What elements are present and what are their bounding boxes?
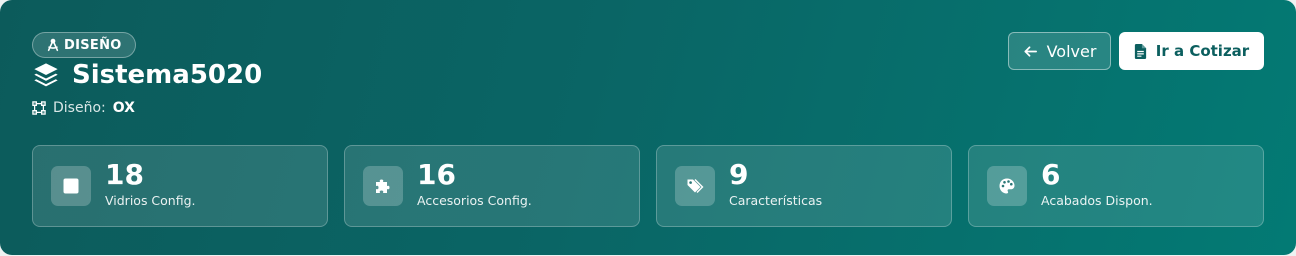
back-button[interactable]: Volver bbox=[1008, 32, 1111, 70]
stat-card-finishes: 6 Acabados Dispon. bbox=[968, 145, 1264, 227]
design-badge: DISEÑO bbox=[32, 32, 136, 58]
page-title: Sistema5020 bbox=[32, 60, 262, 90]
stat-label: Accesorios Config. bbox=[417, 193, 532, 208]
file-invoice-icon bbox=[1134, 43, 1146, 59]
puzzle-icon bbox=[376, 179, 390, 193]
stat-value: 9 bbox=[729, 158, 749, 191]
stat-label: Características bbox=[729, 193, 823, 208]
design-subtitle: Diseño: OX bbox=[32, 100, 135, 116]
system-name: Sistema5020 bbox=[72, 60, 263, 90]
stat-card-glass: 18 Vidrios Config. bbox=[32, 145, 328, 227]
subtitle-value: OX bbox=[112, 100, 135, 116]
design-header-banner: DISEÑO Sistema5020 Diseño: OX Volver Ir … bbox=[0, 0, 1296, 255]
stat-card-accessories: 16 Accesorios Config. bbox=[344, 145, 640, 227]
stat-label: Vidrios Config. bbox=[105, 193, 196, 208]
compass-drafting-icon bbox=[47, 38, 59, 52]
back-button-label: Volver bbox=[1046, 41, 1097, 61]
stat-icon-box bbox=[675, 166, 715, 206]
stat-value: 16 bbox=[417, 158, 456, 191]
tags-icon bbox=[687, 179, 704, 193]
stat-label: Acabados Dispon. bbox=[1041, 193, 1153, 208]
stat-icon-box bbox=[987, 166, 1027, 206]
palette-icon bbox=[999, 178, 1015, 194]
square-icon bbox=[63, 178, 79, 194]
badge-label: DISEÑO bbox=[64, 37, 122, 53]
vector-square-icon bbox=[32, 101, 46, 115]
layer-group-icon bbox=[34, 63, 58, 87]
go-to-quote-button[interactable]: Ir a Cotizar bbox=[1119, 32, 1264, 70]
stat-value: 18 bbox=[105, 158, 144, 191]
subtitle-label: Diseño: bbox=[53, 100, 106, 116]
stat-card-features: 9 Características bbox=[656, 145, 952, 227]
go-to-quote-label: Ir a Cotizar bbox=[1155, 42, 1250, 60]
arrow-left-icon bbox=[1024, 45, 1037, 57]
stat-icon-box bbox=[51, 166, 91, 206]
stat-value: 6 bbox=[1041, 158, 1061, 191]
stat-icon-box bbox=[363, 166, 403, 206]
